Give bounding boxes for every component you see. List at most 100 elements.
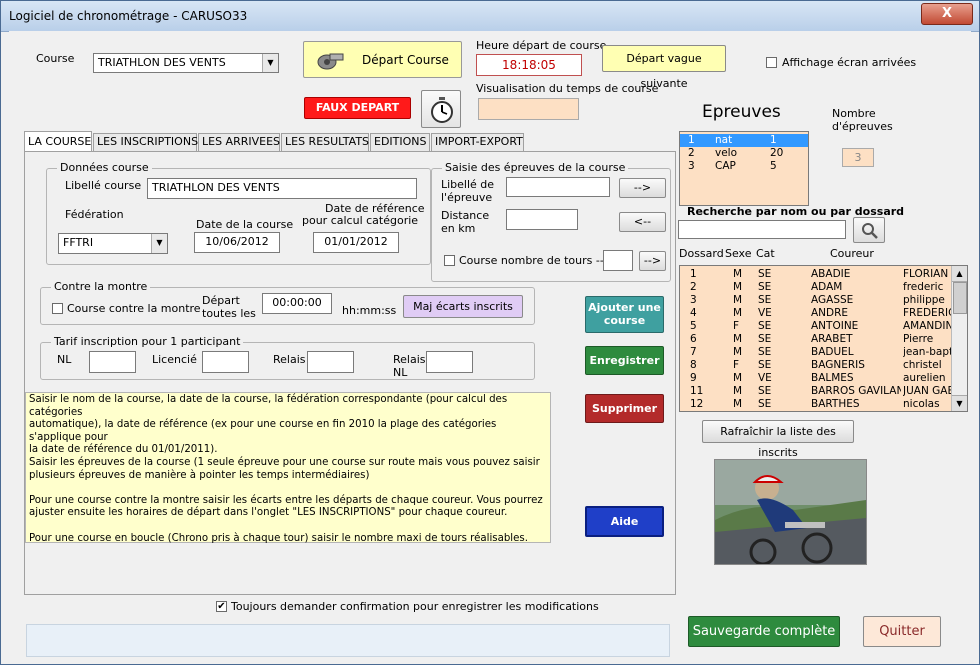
confirm-checkbox[interactable]: ✔	[216, 601, 227, 612]
course-select[interactable]: TRIATHLON DES VENTS ▼	[93, 53, 279, 73]
ajouter-course-label-1: Ajouter une	[588, 301, 661, 314]
list-item[interactable]: 3 CAP 5	[680, 160, 808, 173]
table-row[interactable]: 5 F SE ANTOINE AMANDINE	[680, 320, 967, 333]
tours-add-button[interactable]: -->	[639, 251, 666, 271]
maj-ecarts-button[interactable]: Maj écarts inscrits	[403, 295, 523, 318]
ajouter-course-label-2: course	[603, 314, 646, 327]
table-row[interactable]: 11 M SE BARROS GAVILAN JUAN GAB	[680, 385, 967, 398]
scrollbar-thumb[interactable]	[953, 282, 967, 314]
contre-montre-checkbox[interactable]	[52, 303, 63, 314]
affichage-checkbox[interactable]	[766, 57, 777, 68]
course-nombre-tours-checkbox[interactable]	[444, 255, 455, 266]
cell-cat: SE	[758, 320, 772, 332]
table-row[interactable]: 9 M VE BALMES aurelien	[680, 372, 967, 385]
heure-depart-field: 18:18:05	[476, 54, 582, 76]
inscrits-list[interactable]: 1 M SE ABADIE FLORIAN 2 M SE ADAM frederic 3 M SE AGA…	[679, 265, 968, 412]
tarif-relais-nl-input[interactable]	[426, 351, 473, 373]
tab-arrivees[interactable]: LES ARRIVEES	[198, 133, 280, 151]
epreuves-title: Epreuves	[702, 102, 781, 122]
sauvegarde-button[interactable]: Sauvegarde complète	[688, 616, 840, 647]
ajouter-course-button[interactable]: Ajouter une course	[585, 296, 664, 333]
cell-nom: ABADIE	[811, 268, 851, 280]
chevron-down-icon[interactable]: ▼	[262, 54, 278, 72]
chevron-down-icon[interactable]: ▼	[151, 234, 167, 253]
cell-sexe: M	[733, 294, 743, 306]
cell-dossard: 11	[690, 385, 704, 397]
main-form: Course TRIATHLON DES VENTS ▼ Départ Cour…	[9, 31, 971, 659]
epreuves-list[interactable]: 1 nat 1 2 velo 20 3 CAP 5	[679, 131, 809, 206]
tab-resultats[interactable]: LES RESULTATS	[281, 133, 369, 151]
chrono-button[interactable]	[421, 90, 461, 128]
close-button[interactable]: X	[921, 3, 973, 25]
help-line: Saisir le nom de la course, la date de l…	[29, 394, 508, 418]
libelle-course-input[interactable]: TRIATHLON DES VENTS	[147, 178, 417, 199]
stopwatch-icon	[429, 96, 455, 127]
tarif-licencie-input[interactable]	[202, 351, 249, 373]
cell-dossard: 7	[690, 346, 697, 358]
cell-sexe: F	[733, 320, 740, 332]
list-item[interactable]: 1 nat 1	[680, 134, 808, 147]
table-row[interactable]: 2 M SE ADAM frederic	[680, 281, 967, 294]
cell-nom: BARROS GAVILAN	[811, 385, 901, 397]
scrollbar[interactable]: ▲ ▼	[951, 266, 967, 411]
recherche-input[interactable]	[678, 220, 846, 239]
scroll-up-icon[interactable]: ▲	[952, 266, 967, 282]
depart-vague-button[interactable]: Départ vague suivante	[602, 45, 726, 90]
nombre-tours-input[interactable]	[603, 250, 633, 271]
depart-course-button[interactable]: Départ Course	[303, 41, 462, 78]
supprimer-button[interactable]: Supprimer	[585, 394, 664, 423]
tarif-relais-input[interactable]	[307, 351, 354, 373]
cell-sexe: M	[733, 346, 743, 358]
federation-select[interactable]: FFTRI ▼	[58, 233, 168, 254]
scroll-down-icon[interactable]: ▼	[952, 395, 967, 411]
cell-prenom: aurelien	[903, 372, 946, 384]
help-line: Pour une course en boucle (Chrono pris à…	[29, 532, 528, 544]
table-row[interactable]: 8 F SE BAGNERIS christel	[680, 359, 967, 372]
date-ref-label-2: pour calcul catégorie	[302, 214, 419, 227]
table-row[interactable]: 3 M SE AGASSE philippe	[680, 294, 967, 307]
table-row[interactable]: 7 M SE BADUEL jean-bapt	[680, 346, 967, 359]
tab-la-course[interactable]: LA COURSE	[24, 131, 92, 151]
heure-label: Heure départ de course	[476, 39, 607, 52]
depart-interval-input[interactable]: 00:00:00	[262, 293, 332, 314]
enregistrer-button[interactable]: Enregistrer	[585, 346, 664, 375]
cell-prenom: FREDERIC	[903, 307, 953, 319]
help-line: automatique), la date de référence (ex p…	[29, 419, 497, 443]
search-button[interactable]	[853, 217, 885, 243]
date-course-input[interactable]: 10/06/2012	[194, 232, 280, 253]
cell-nom: ANTOINE	[811, 320, 859, 332]
col-dossard: Dossard	[679, 247, 724, 260]
list-item[interactable]: 2 velo 20	[680, 147, 808, 160]
distance-input[interactable]	[506, 209, 578, 230]
cell-nom: ANDRE	[811, 307, 849, 319]
table-row[interactable]: 6 M SE ARABET Pierre	[680, 333, 967, 346]
refresh-inscrits-button[interactable]: Rafraîchir la liste des inscrits	[702, 420, 854, 459]
tarif-relais-label: Relais	[273, 353, 306, 366]
cell-prenom: frederic	[903, 281, 944, 293]
table-row[interactable]: 12 M SE BARTHES nicolas	[680, 398, 967, 411]
aide-button[interactable]: Aide	[585, 506, 664, 537]
tarif-nl-input[interactable]	[89, 351, 136, 373]
remove-epreuve-button[interactable]: <--	[619, 212, 666, 232]
quitter-button[interactable]: Quitter	[863, 616, 941, 647]
saisie-epreuves-title: Saisie des épreuves de la course	[442, 161, 629, 174]
cell-nom: BALMES	[811, 372, 854, 384]
tab-import-export[interactable]: IMPORT-EXPORT	[431, 133, 524, 151]
faux-depart-button[interactable]: FAUX DEPART	[304, 97, 411, 119]
libelle-epreuve-input[interactable]	[506, 177, 610, 197]
libelle-epreuve-label-2: l'épreuve	[441, 191, 493, 204]
tarif-nl-label: NL	[57, 353, 72, 366]
tab-editions[interactable]: EDITIONS	[370, 133, 430, 151]
date-reference-input[interactable]: 01/01/2012	[313, 232, 399, 253]
cell-prenom: FLORIAN	[903, 268, 949, 280]
search-icon	[861, 222, 879, 243]
add-epreuve-button[interactable]: -->	[619, 178, 666, 198]
table-row[interactable]: 1 M SE ABADIE FLORIAN	[680, 268, 967, 281]
table-row[interactable]: 4 M VE ANDRE FREDERIC	[680, 307, 967, 320]
title-bar: Logiciel de chronométrage - CARUSO33 X	[1, 1, 979, 32]
depart-course-label: Départ Course	[362, 53, 449, 67]
cell-prenom: JUAN GAB	[903, 385, 953, 397]
time-format-label: hh:mm:ss	[342, 304, 397, 317]
help-text-box: Saisir le nom de la course, la date de l…	[25, 392, 551, 544]
tab-inscriptions[interactable]: LES INSCRIPTIONS	[93, 133, 198, 151]
